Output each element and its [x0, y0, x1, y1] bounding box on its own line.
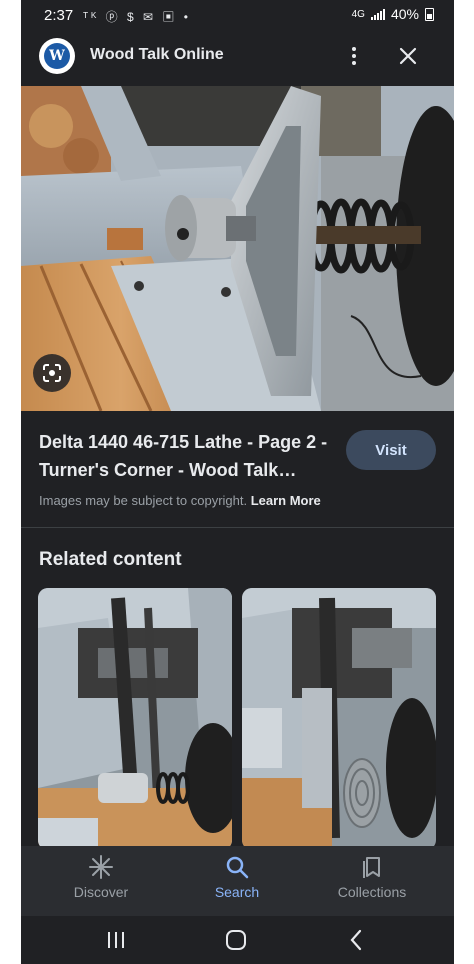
site-name[interactable]: Wood Talk Online — [90, 46, 224, 64]
more-options-icon[interactable] — [344, 42, 364, 70]
result-title[interactable]: Delta 1440 46-715 Lathe - Page 2 - Turne… — [39, 428, 339, 484]
asterisk-icon — [89, 855, 113, 879]
copyright-text: Images may be subject to copyright. — [39, 493, 251, 508]
lens-button[interactable] — [33, 354, 71, 392]
divider — [21, 527, 454, 528]
main-result-image[interactable] — [21, 86, 454, 411]
site-logo-mark: W — [44, 43, 70, 69]
back-icon[interactable] — [341, 928, 371, 952]
site-logo: W — [39, 38, 75, 74]
phone-screen: 2:37 ᵀᴷ ⓟ $ ✉ ▣ • 4G 40% W Wood Talk Onl… — [21, 0, 454, 964]
learn-more-link[interactable]: Learn More — [251, 493, 321, 508]
battery-percent: 40% — [390, 6, 419, 22]
search-icon — [226, 856, 249, 879]
status-bar: 2:37 ᵀᴷ ⓟ $ ✉ ▣ • 4G 40% — [21, 0, 454, 30]
signal-icon — [370, 8, 385, 20]
network-label: 4G — [351, 8, 365, 20]
related-thumbnail[interactable] — [38, 588, 232, 850]
status-time: 2:37 — [44, 7, 74, 24]
battery-icon — [425, 7, 434, 21]
nav-discover-label: Discover — [73, 884, 129, 900]
close-icon[interactable] — [396, 44, 420, 68]
system-nav-bar — [21, 916, 454, 964]
nav-search[interactable]: Search — [182, 854, 292, 900]
related-heading: Related content — [39, 549, 182, 570]
bottom-nav: Discover Search Collections — [21, 846, 454, 916]
lathe-pulley-photo-2 — [242, 588, 436, 850]
recent-apps-icon[interactable] — [101, 928, 131, 952]
lathe-pulley-photo — [21, 86, 454, 411]
nav-collections[interactable]: Collections — [317, 854, 427, 900]
collections-icon — [363, 857, 380, 878]
lathe-belt-photo — [38, 588, 232, 850]
related-thumbnail[interactable] — [242, 588, 436, 850]
copyright-notice: Images may be subject to copyright. Lear… — [39, 493, 321, 508]
status-right: 4G 40% — [352, 6, 434, 22]
lens-icon — [43, 364, 61, 382]
nav-discover[interactable]: Discover — [46, 854, 156, 900]
result-header: W Wood Talk Online — [21, 30, 454, 86]
nav-search-label: Search — [214, 884, 260, 900]
notification-icons: ᵀᴷ ⓟ $ ✉ ▣ • — [83, 10, 191, 24]
visit-button[interactable]: Visit — [346, 430, 436, 470]
nav-collections-label: Collections — [337, 884, 407, 900]
home-icon[interactable] — [221, 928, 251, 952]
